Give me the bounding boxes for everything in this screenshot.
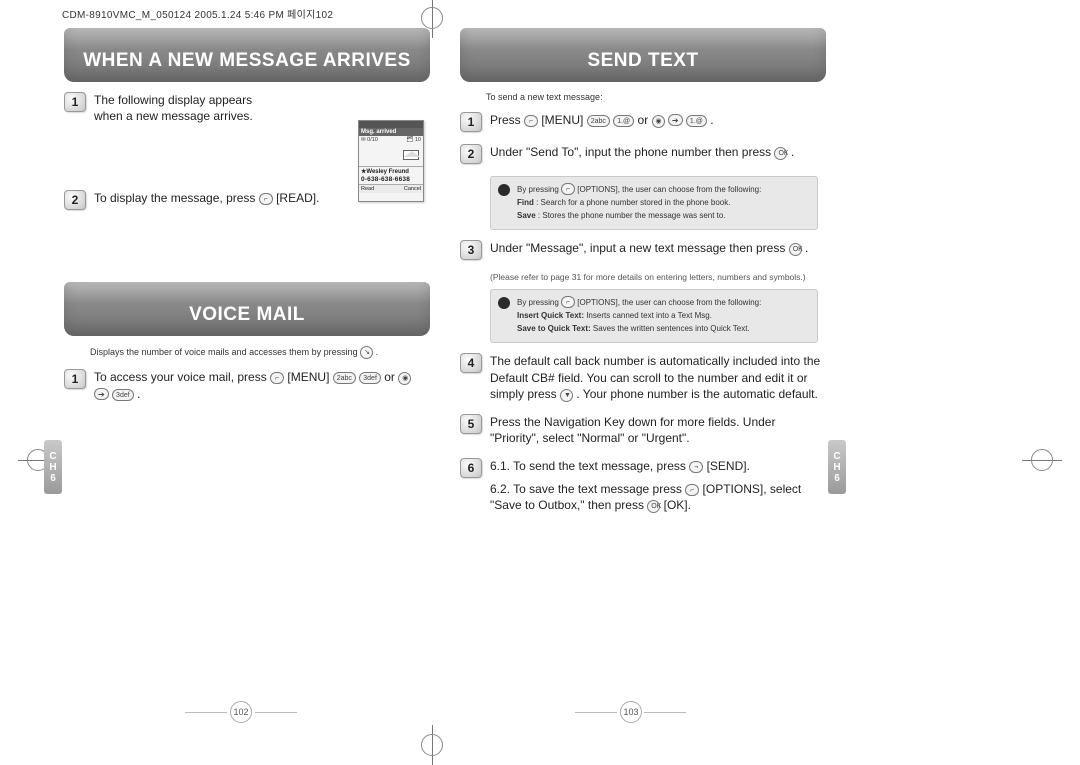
page-left: WHEN A NEW MESSAGE ARRIVES 1 The followi… bbox=[64, 28, 430, 728]
voicemail-intro: Displays the number of voice mails and a… bbox=[90, 346, 430, 359]
step-body: The following display appears when a new… bbox=[94, 92, 284, 124]
page-number-left: 102 bbox=[230, 701, 252, 723]
tip-row: Find : Search for a phone number stored … bbox=[517, 198, 809, 209]
page-num-line bbox=[644, 712, 686, 713]
page-number-right: 103 bbox=[620, 701, 642, 723]
phone-softkey-right: Cancel bbox=[404, 186, 421, 192]
send-text-step-1: 1 Press ⌐ [MENU] 2abc 1.@ or ◉ 1.@ . bbox=[460, 112, 826, 132]
send-text-step-2: 2 Under "Send To", input the phone numbe… bbox=[460, 144, 826, 164]
phone-softkey-left: Read bbox=[361, 186, 374, 192]
ch-line: C bbox=[49, 451, 56, 462]
ch-line: H bbox=[833, 462, 840, 473]
doc-header-line: CDM-8910VMC_M_050124 2005.1.24 5:46 PM 페… bbox=[62, 6, 333, 21]
step-number-icon: 2 bbox=[64, 190, 86, 210]
key-1-icon: 1.@ bbox=[613, 115, 634, 127]
ch-line: H bbox=[49, 462, 56, 473]
phone-status-bar bbox=[359, 121, 423, 128]
send-text-step-4: 4 The default call back number is automa… bbox=[460, 353, 826, 402]
step-number-icon: 1 bbox=[64, 92, 86, 112]
ok-key-icon: OK bbox=[774, 147, 787, 160]
nav-key-icon: ◉ bbox=[398, 372, 411, 385]
ch-line: 6 bbox=[834, 473, 840, 484]
ch-line: C bbox=[833, 451, 840, 462]
send-text-step-5: 5 Press the Navigation Key down for more… bbox=[460, 414, 826, 446]
softkey-icon: ⌐ bbox=[561, 296, 575, 308]
arrow-icon bbox=[94, 388, 109, 400]
section-title-send-text: SEND TEXT bbox=[460, 28, 826, 82]
phone-counters: ✉ 0/10 🗂 10 bbox=[359, 136, 423, 144]
step-body: To access your voice mail, press ⌐ [MENU… bbox=[94, 369, 430, 401]
step-body: The default call back number is automati… bbox=[490, 353, 826, 402]
arrow-icon bbox=[668, 114, 683, 126]
tip-row: Save : Stores the phone number the messa… bbox=[517, 211, 809, 222]
key-3-icon: 3def bbox=[112, 389, 134, 401]
phone-contact-name: ★Wesley Freund bbox=[359, 166, 423, 176]
key-2-icon: 2abc bbox=[587, 115, 610, 127]
step-body: Press the Navigation Key down for more f… bbox=[490, 414, 826, 446]
phone-counter-txt: 🗂 10 bbox=[406, 137, 421, 143]
crop-mark-right bbox=[1022, 440, 1062, 480]
step3-note: (Please refer to page 31 for more detail… bbox=[490, 272, 826, 283]
phone-screen-mock: Msg. arrived ✉ 0/10 🗂 10 ★Wesley Freund … bbox=[358, 120, 424, 202]
send-text-step-6: 6 6.1. To send the text message, press ¬… bbox=[460, 458, 826, 513]
tip-row: By pressing ⌐ [OPTIONS], the user can ch… bbox=[517, 296, 809, 309]
page-right: SEND TEXT To send a new text message: 1 … bbox=[460, 28, 826, 728]
ok-key-icon: OK bbox=[789, 243, 802, 256]
chapter-tab-right: C H 6 bbox=[828, 440, 846, 494]
tip-row: Insert Quick Text: Inserts canned text i… bbox=[517, 311, 809, 322]
step-number-icon: 1 bbox=[460, 112, 482, 132]
chapter-tab-left: C H 6 bbox=[44, 440, 62, 494]
phone-counter-sms: ✉ 0/10 bbox=[361, 137, 378, 143]
section-title-new-message: WHEN A NEW MESSAGE ARRIVES bbox=[64, 28, 430, 82]
page-num-line bbox=[575, 712, 617, 713]
crop-mark-bottom bbox=[412, 725, 452, 765]
key-2-icon: 2abc bbox=[333, 372, 356, 384]
softkey-right-icon: ¬ bbox=[689, 461, 703, 473]
ok-key-icon: OK bbox=[647, 500, 660, 513]
tip-row: By pressing ⌐ [OPTIONS], the user can ch… bbox=[517, 183, 809, 196]
ch-line: 6 bbox=[50, 473, 56, 484]
softkey-icon: ⌐ bbox=[259, 193, 273, 205]
step-number-icon: 4 bbox=[460, 353, 482, 373]
step-number-icon: 5 bbox=[460, 414, 482, 434]
phone-msg-arrived: Msg. arrived bbox=[359, 128, 423, 136]
step-body: Under "Message", input a new text messag… bbox=[490, 240, 826, 260]
options-tip-box-2: By pressing ⌐ [OPTIONS], the user can ch… bbox=[490, 289, 818, 343]
softkey-icon: ⌐ bbox=[685, 484, 699, 496]
send-text-intro: To send a new text message: bbox=[486, 92, 826, 102]
softkey-icon: ⌐ bbox=[561, 183, 575, 195]
step-number-icon: 2 bbox=[460, 144, 482, 164]
tip-row: Save to Quick Text: Saves the written se… bbox=[517, 324, 809, 335]
section-title-voice-mail: VOICE MAIL bbox=[64, 282, 430, 336]
step-number-icon: 1 bbox=[64, 369, 86, 389]
page-num-line bbox=[255, 712, 297, 713]
nav-key-icon: ◉ bbox=[652, 115, 665, 128]
voicemail-step-1: 1 To access your voice mail, press ⌐ [ME… bbox=[64, 369, 430, 401]
step-body: Press ⌐ [MENU] 2abc 1.@ or ◉ 1.@ . bbox=[490, 112, 826, 132]
key-1-icon: 1.@ bbox=[686, 115, 707, 127]
tip-bullet-icon bbox=[498, 184, 510, 196]
options-tip-box-1: By pressing ⌐ [OPTIONS], the user can ch… bbox=[490, 176, 818, 230]
tip-bullet-icon bbox=[498, 297, 510, 309]
softkey-icon: ⌐ bbox=[524, 115, 538, 127]
phone-contact-number: 0-638-638-6638 bbox=[359, 176, 423, 184]
phone-softkeys: Read Cancel bbox=[359, 184, 423, 193]
down-key-icon: ▼ bbox=[560, 389, 573, 402]
softkey-icon: ⌐ bbox=[270, 372, 284, 384]
phone-envelope-icon bbox=[359, 144, 423, 166]
step-body: 6.1. To send the text message, press ¬ [… bbox=[490, 458, 826, 513]
send-key-icon: ↘ bbox=[360, 346, 373, 359]
send-text-step-3: 3 Under "Message", input a new text mess… bbox=[460, 240, 826, 260]
key-3-icon: 3def bbox=[359, 372, 381, 384]
step-body: Under "Send To", input the phone number … bbox=[490, 144, 826, 164]
page-num-line bbox=[185, 712, 227, 713]
step-number-icon: 6 bbox=[460, 458, 482, 478]
step-number-icon: 3 bbox=[460, 240, 482, 260]
